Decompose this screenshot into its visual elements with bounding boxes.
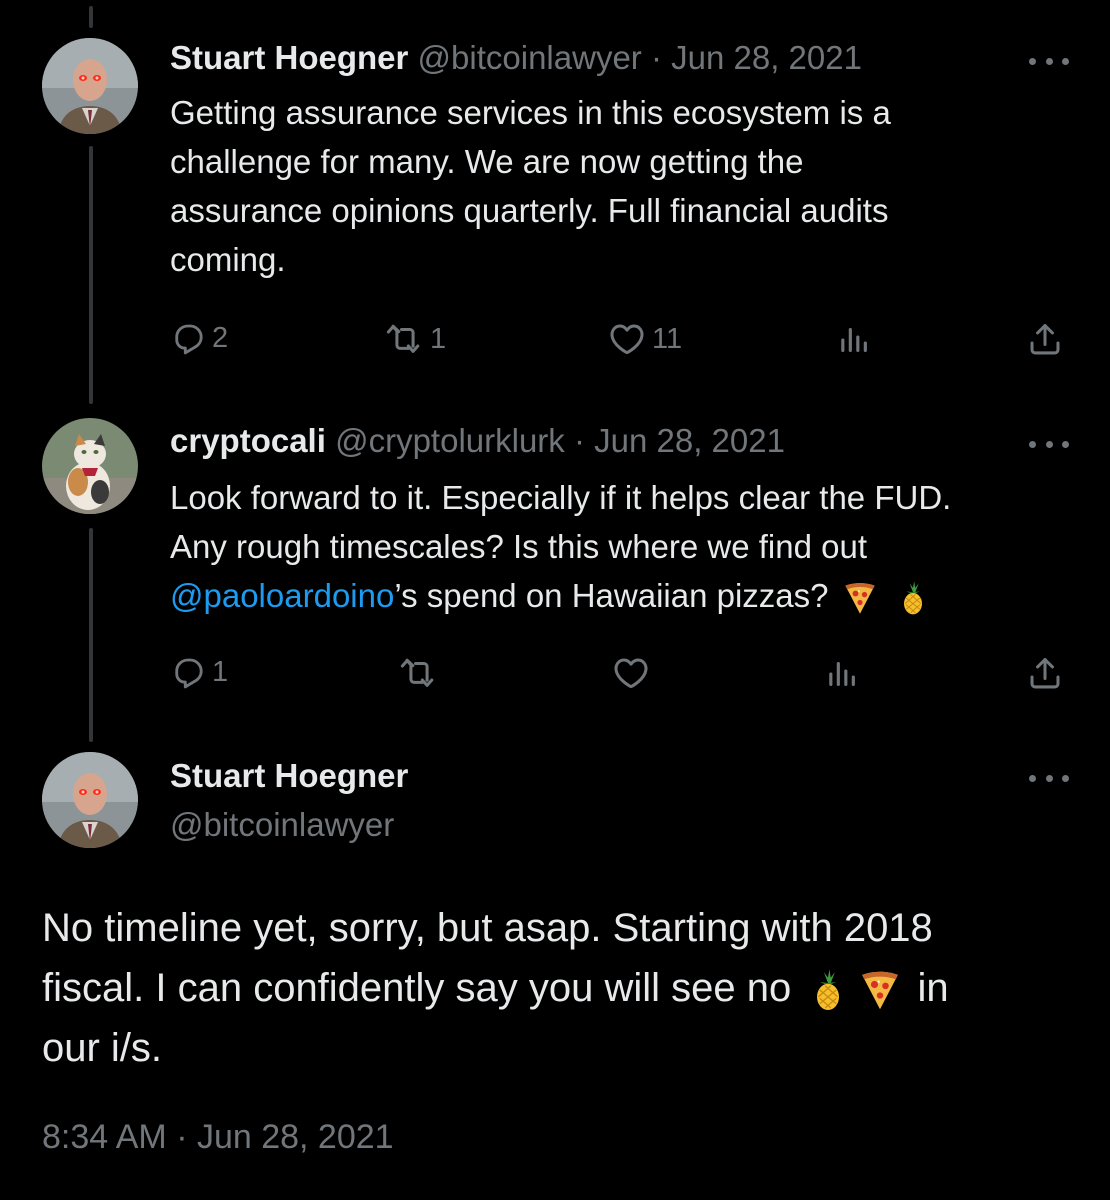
more-icon-dot <box>1029 440 1036 448</box>
tweet1-like-button[interactable]: 11 <box>608 320 682 358</box>
tweet2-reply-button[interactable]: 1 <box>170 654 228 690</box>
more-icon-dot <box>1029 57 1036 65</box>
tweet1-more-button[interactable] <box>1029 51 1069 71</box>
main-tweet-author-name[interactable]: Stuart Hoegner <box>170 756 408 796</box>
tweet2-retweet-button[interactable] <box>400 654 438 692</box>
main-tweet-name: Stuart Hoegner <box>170 757 409 794</box>
avatar-image <box>42 418 138 514</box>
retweet-icon <box>386 320 424 358</box>
tweet2-handle-date[interactable]: @cryptolurklurk · Jun 28, 2021 <box>335 422 785 459</box>
tweet1-text-line: Getting assurance services in this ecosy… <box>170 94 891 131</box>
tweet2-text-line-rest: ’s spend on Hawaiian pizzas? <box>394 577 829 614</box>
main-tweet-handle[interactable]: @bitcoinlawyer <box>170 805 394 845</box>
views-icon <box>836 322 872 358</box>
reply-icon <box>170 320 206 356</box>
avatar-image <box>42 752 138 848</box>
views-icon <box>824 656 860 692</box>
tweet2-text-line: @paoloardoino’s spend on Hawaiian pizzas… <box>170 571 951 620</box>
tweet1-like-count: 11 <box>652 322 683 355</box>
tweet2-author-name[interactable]: cryptocali <box>170 422 326 459</box>
main-tweet-text-line-end: in <box>917 966 949 1010</box>
main-tweet-text-line-start: fiscal. I can confidently say you will s… <box>42 966 792 1010</box>
more-icon-dot <box>1045 57 1053 65</box>
tweet2-share-button[interactable] <box>1026 654 1064 692</box>
heart-icon <box>612 654 650 692</box>
main-tweet-timestamp[interactable]: 8:34 AM · Jun 28, 2021 <box>42 1113 394 1161</box>
main-tweet-text-line: fiscal. I can confidently say you will s… <box>42 958 949 1018</box>
pizza-emoji <box>842 580 878 616</box>
tweet1-retweet-count: 1 <box>430 322 447 355</box>
tweet1-author-name[interactable]: Stuart Hoegner <box>170 39 408 76</box>
tweet1-text: Getting assurance services in this ecosy… <box>170 88 891 284</box>
avatar-stuart-hoegner[interactable] <box>42 38 138 134</box>
tweet1-share-button[interactable] <box>1026 320 1064 358</box>
tweet2-reply-count: 1 <box>212 655 229 688</box>
tweet1-reply-count: 2 <box>212 321 229 354</box>
thread-line-2 <box>89 528 93 742</box>
more-icon-dot <box>1062 57 1069 65</box>
tweet1-header: Stuart Hoegner @bitcoinlawyer · Jun 28, … <box>170 38 862 78</box>
tweet1-actions: 2 1 11 <box>0 320 1110 364</box>
pizza-emoji <box>858 968 902 1012</box>
tweet1-text-line: challenge for many. We are now getting t… <box>170 143 804 180</box>
share-icon <box>1026 654 1064 692</box>
avatar-image <box>42 38 138 134</box>
tweet1-handle-date[interactable]: @bitcoinlawyer · Jun 28, 2021 <box>418 39 862 76</box>
thread-line-1 <box>89 146 93 404</box>
tweet1-retweet-button[interactable]: 1 <box>386 320 446 358</box>
pineapple-emoji <box>895 580 931 616</box>
tweet2-text-line: Look forward to it. Especially if it hel… <box>170 479 952 516</box>
tweet2-actions: 1 <box>0 654 1110 698</box>
tweet1-text-line: coming. <box>170 241 286 278</box>
share-icon <box>1026 320 1064 358</box>
avatar-stuart-hoegner[interactable] <box>42 752 138 848</box>
tweet2-like-button[interactable] <box>612 654 650 692</box>
more-icon-dot <box>1062 774 1069 782</box>
tweet2-views-button[interactable] <box>824 656 860 692</box>
tweet1-views-button[interactable] <box>836 322 872 358</box>
tweet2-text: Look forward to it. Especially if it hel… <box>170 473 951 620</box>
thread-line-top <box>89 6 93 28</box>
pineapple-emoji <box>806 968 850 1012</box>
reply-icon <box>170 654 206 690</box>
more-icon-dot <box>1045 774 1053 782</box>
tweet2-more-button[interactable] <box>1029 434 1069 454</box>
mention-link[interactable]: @paoloardoino <box>170 577 394 614</box>
main-tweet-more-button[interactable] <box>1029 768 1069 788</box>
main-tweet-text-line: our i/s. <box>42 1026 163 1070</box>
tweet2-header: cryptocali @cryptolurklurk · Jun 28, 202… <box>170 421 785 461</box>
avatar-cryptocali[interactable] <box>42 418 138 514</box>
tweet2-text-line: Any rough timescales? Is this where we f… <box>170 528 868 565</box>
tweet1-reply-button[interactable]: 2 <box>170 320 228 356</box>
main-tweet-text-line: No timeline yet, sorry, but asap. Starti… <box>42 906 933 950</box>
main-tweet-text: No timeline yet, sorry, but asap. Starti… <box>42 898 949 1078</box>
more-icon-dot <box>1045 440 1053 448</box>
retweet-icon <box>400 654 438 692</box>
tweet1-text-line: assurance opinions quarterly. Full finan… <box>170 192 889 229</box>
more-icon-dot <box>1029 774 1036 782</box>
heart-icon <box>608 320 646 358</box>
more-icon-dot <box>1062 440 1069 448</box>
